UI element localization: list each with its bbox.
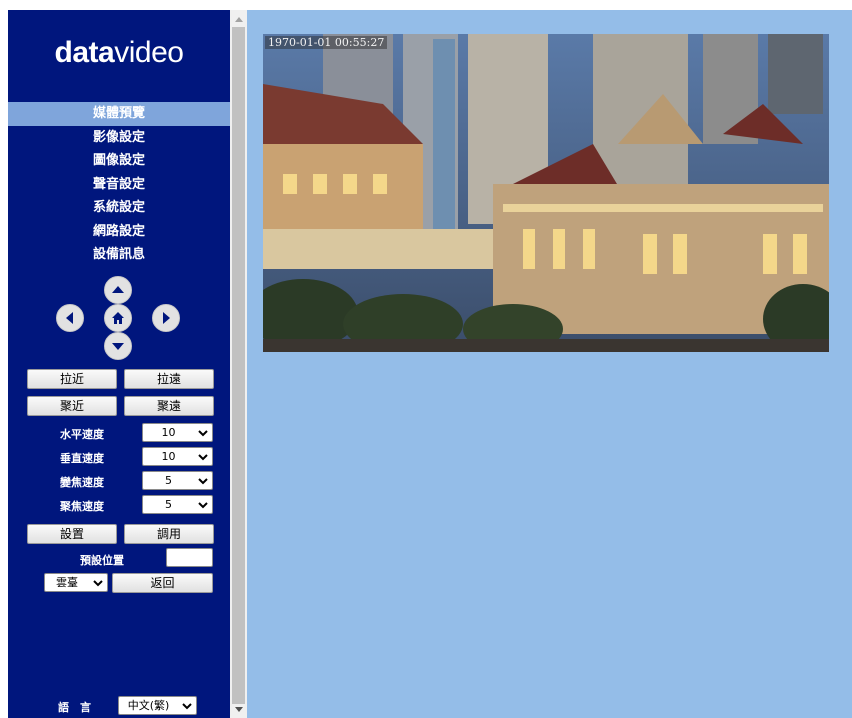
main-menu: 媒體預覽 影像設定 圖像設定 聲音設定 系統設定 網路設定 設備訊息 [8,102,230,267]
scroll-up-icon [234,16,243,22]
pan-speed-select[interactable]: 10 [142,423,213,442]
chevron-down-icon [182,703,192,710]
pan-speed-label: 水平速度 [60,428,104,441]
zoom-out-button[interactable]: 拉遠 [124,369,214,389]
focus-speed-select[interactable]: 5 [142,495,213,514]
ptz-down-button[interactable] [104,332,132,360]
control-mode-select[interactable]: 雲臺 [44,573,108,592]
video-timestamp: 1970-01-01 00:55:27 [265,36,388,49]
menu-item-video-settings[interactable]: 影像設定 [8,126,230,150]
chevron-down-icon [198,502,208,509]
menu-item-media-preview[interactable]: 媒體預覽 [8,102,230,126]
sidebar-scrollbar[interactable] [230,10,247,718]
zoom-speed-select[interactable]: 5 [142,471,213,490]
focus-near-button[interactable]: 聚近 [27,396,117,416]
ptz-right-button[interactable] [152,304,180,332]
focus-speed-label: 聚焦速度 [60,500,104,513]
menu-item-device-info[interactable]: 設備訊息 [8,243,230,267]
menu-item-image-settings[interactable]: 圖像設定 [8,149,230,173]
tilt-speed-label: 垂直速度 [60,452,104,465]
menu-item-system-settings[interactable]: 系統設定 [8,196,230,220]
main-content: 1970-01-01 00:55:27 [247,10,852,718]
left-arrow-icon [66,312,73,324]
ptz-home-button[interactable] [104,304,132,332]
sidebar: datavideo 媒體預覽 影像設定 圖像設定 聲音設定 系統設定 網路設定 … [8,10,230,718]
up-arrow-icon [112,286,124,293]
language-select[interactable]: 中文(繁) [118,696,197,715]
chevron-down-icon [198,478,208,485]
ptz-up-button[interactable] [104,276,132,304]
back-button[interactable]: 返回 [112,573,213,593]
chevron-down-icon [198,454,208,461]
home-icon [112,312,124,324]
preset-set-button[interactable]: 設置 [27,524,117,544]
scroll-up-arrow[interactable] [230,10,247,27]
menu-item-network-settings[interactable]: 網路設定 [8,220,230,244]
live-video-preview[interactable]: 1970-01-01 00:55:27 [263,34,829,352]
chevron-down-icon [198,430,208,437]
preset-position-label: 預設位置 [80,554,124,567]
menu-item-audio-settings[interactable]: 聲音設定 [8,173,230,197]
tilt-speed-select[interactable]: 10 [142,447,213,466]
down-arrow-icon [112,343,124,350]
chevron-down-icon [93,580,103,587]
scroll-down-arrow[interactable] [230,701,247,718]
zoom-speed-label: 變焦速度 [60,476,104,489]
zoom-in-button[interactable]: 拉近 [27,369,117,389]
video-frame [263,34,829,352]
preset-call-button[interactable]: 調用 [124,524,214,544]
preset-position-input[interactable] [166,548,213,567]
datavideo-logo: datavideo [54,36,184,69]
ptz-left-button[interactable] [56,304,84,332]
right-arrow-icon [163,312,170,324]
language-label: 語 言 [58,701,91,714]
focus-far-button[interactable]: 聚遠 [124,396,214,416]
scroll-thumb[interactable] [232,27,245,704]
scroll-down-icon [234,706,243,712]
